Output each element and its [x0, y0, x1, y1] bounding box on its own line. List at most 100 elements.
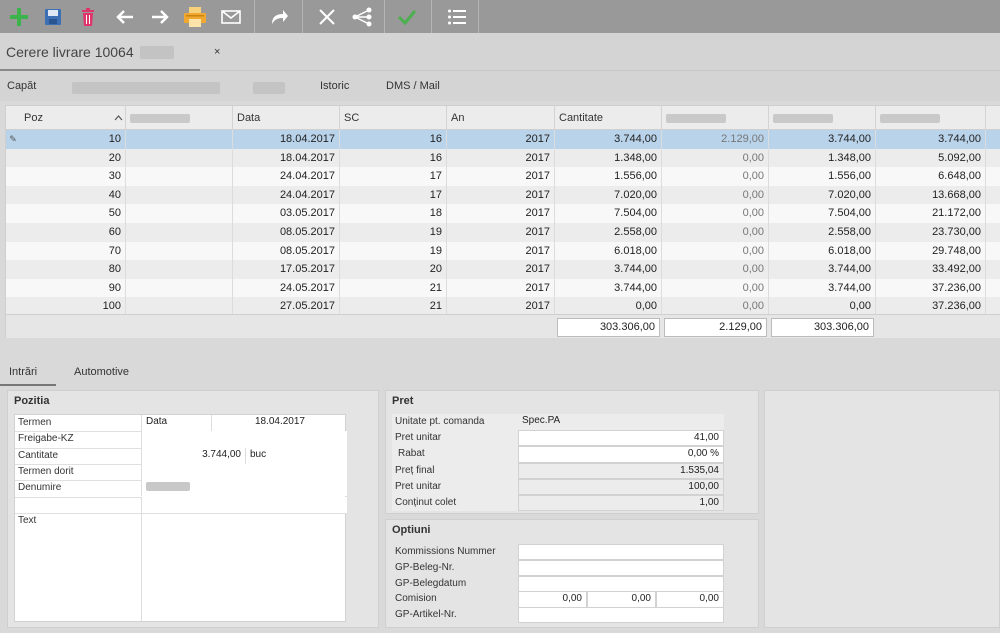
table-cell[interactable]: 0,00 — [662, 185, 769, 205]
table-cell[interactable]: 7.504,00 — [769, 204, 876, 223]
forward-button[interactable] — [262, 0, 296, 33]
mail-button[interactable] — [214, 0, 248, 33]
table-cell[interactable]: 33.492,00 — [876, 260, 986, 279]
table-cell[interactable]: 1.556,00 — [555, 167, 662, 186]
termen-dorit-field[interactable] — [141, 463, 347, 481]
termen-type-select[interactable]: Data — [141, 415, 211, 432]
table-cell[interactable]: 3.744,00 — [876, 130, 986, 149]
table-cell[interactable] — [126, 130, 233, 149]
table-cell[interactable]: 40 — [20, 185, 126, 205]
next-button[interactable] — [143, 0, 177, 33]
table-cell[interactable]: 17 — [340, 167, 447, 186]
table-cell[interactable]: 08.05.2017 — [233, 241, 340, 261]
table-cell[interactable]: 24.04.2017 — [233, 185, 340, 205]
table-cell[interactable] — [126, 241, 233, 261]
table-cell[interactable]: 70 — [20, 241, 126, 261]
tab-automotive[interactable]: Automotive — [74, 366, 129, 378]
add-button[interactable] — [2, 0, 36, 33]
table-cell[interactable]: 17 — [340, 185, 447, 205]
table-cell[interactable]: 7.504,00 — [555, 204, 662, 223]
list-button[interactable] — [440, 0, 474, 33]
table-cell[interactable]: 3.744,00 — [769, 130, 876, 149]
structure-button[interactable] — [345, 0, 379, 33]
column-header-sc[interactable]: SC — [340, 106, 447, 130]
table-cell[interactable]: 3.744,00 — [769, 278, 876, 298]
row-selector[interactable] — [6, 167, 20, 186]
column-header-poz[interactable]: Poz — [20, 106, 126, 130]
table-cell[interactable]: 6.018,00 — [769, 241, 876, 261]
table-cell[interactable]: 0,00 — [662, 260, 769, 279]
table-cell[interactable]: 16 — [340, 148, 447, 168]
table-cell[interactable]: 29.748,00 — [876, 241, 986, 261]
table-cell[interactable]: 90 — [20, 278, 126, 298]
save-button[interactable] — [36, 0, 70, 33]
back-button[interactable] — [108, 0, 142, 33]
table-cell[interactable]: 20 — [340, 260, 447, 279]
row-selector[interactable] — [6, 223, 20, 242]
table-cell[interactable]: 6.648,00 — [876, 167, 986, 186]
table-cell[interactable]: 17.05.2017 — [233, 260, 340, 279]
denumire-field-2[interactable] — [141, 496, 347, 513]
column-header-redacted[interactable] — [126, 106, 233, 130]
comision-field-3[interactable]: 0,00 — [656, 591, 724, 608]
table-cell[interactable]: 6.018,00 — [555, 241, 662, 261]
text-area[interactable] — [141, 513, 347, 621]
table-cell[interactable] — [126, 223, 233, 242]
table-cell[interactable]: 0,00 — [662, 223, 769, 242]
table-cell[interactable]: 2017 — [447, 278, 555, 298]
table-cell[interactable]: 2.558,00 — [769, 223, 876, 242]
column-header-cantitate[interactable]: Cantitate — [555, 106, 662, 130]
table-cell[interactable]: 3.744,00 — [769, 260, 876, 279]
table-cell[interactable]: 19 — [340, 223, 447, 242]
table-row[interactable]: 80 17.05.2017 20 2017 3.744,00 0,00 3.744,00 33… — [6, 260, 1000, 279]
table-cell[interactable]: 7.020,00 — [555, 185, 662, 205]
table-cell[interactable]: 21 — [340, 278, 447, 298]
table-cell[interactable]: 0,00 — [662, 204, 769, 223]
table-cell[interactable] — [126, 204, 233, 223]
row-selector[interactable] — [6, 260, 20, 279]
table-row[interactable]: ✎ 10 18.04.2017 16 2017 3.744,00 2.129,00 3.744… — [6, 130, 1000, 149]
table-cell[interactable]: 30 — [20, 167, 126, 186]
column-header-redacted[interactable] — [769, 106, 876, 130]
tab-intrari[interactable]: Intrări — [9, 366, 37, 378]
table-cell[interactable]: 18 — [340, 204, 447, 223]
table-cell[interactable]: 2017 — [447, 204, 555, 223]
print-button[interactable] — [178, 0, 212, 33]
row-edit-icon[interactable]: ✎ — [6, 130, 20, 149]
table-row[interactable]: 30 24.04.2017 17 2017 1.556,00 0,00 1.556,00 6.… — [6, 167, 1000, 186]
table-cell[interactable]: 3.744,00 — [555, 130, 662, 149]
cancel-button[interactable] — [310, 0, 344, 33]
table-row[interactable]: 40 24.04.2017 17 2017 7.020,00 0,00 7.020,00 13… — [6, 185, 1000, 205]
beleg-nr-field[interactable] — [518, 559, 724, 577]
pret-unitar-field[interactable]: 41,00 — [518, 430, 724, 447]
table-cell[interactable]: 10 — [20, 130, 126, 149]
table-cell[interactable]: 18.04.2017 — [233, 130, 340, 149]
table-cell[interactable]: 3.744,00 — [555, 260, 662, 279]
table-cell[interactable] — [126, 278, 233, 298]
table-cell[interactable]: 1.348,00 — [555, 148, 662, 168]
row-selector[interactable] — [6, 149, 20, 168]
table-cell[interactable]: 60 — [20, 223, 126, 242]
denumire-field[interactable] — [141, 480, 347, 497]
close-tab-button[interactable]: × — [214, 46, 220, 58]
table-row[interactable]: 60 08.05.2017 19 2017 2.558,00 0,00 2.558,00 23… — [6, 223, 1000, 242]
table-cell[interactable]: 1.556,00 — [769, 167, 876, 186]
table-cell[interactable]: 80 — [20, 260, 126, 279]
tab-header[interactable]: Capăt — [7, 80, 36, 92]
table-cell[interactable]: 2017 — [447, 148, 555, 168]
table-cell[interactable]: 0,00 — [662, 167, 769, 186]
table-cell[interactable]: 23.730,00 — [876, 223, 986, 242]
table-row[interactable]: 50 03.05.2017 18 2017 7.504,00 0,00 7.504,00 21… — [6, 204, 1000, 223]
confirm-button[interactable] — [390, 0, 424, 33]
table-cell[interactable]: 5.092,00 — [876, 148, 986, 168]
table-cell[interactable]: 2017 — [447, 260, 555, 279]
table-cell[interactable]: 0,00 — [662, 278, 769, 298]
tab-dms-mail[interactable]: DMS / Mail — [386, 80, 440, 92]
table-cell[interactable]: 2017 — [447, 223, 555, 242]
column-header-redacted[interactable] — [662, 106, 769, 130]
table-cell[interactable]: 03.05.2017 — [233, 204, 340, 223]
table-cell[interactable]: 24.05.2017 — [233, 278, 340, 298]
table-cell[interactable]: 20 — [20, 148, 126, 168]
table-cell[interactable]: 24.04.2017 — [233, 167, 340, 186]
table-cell[interactable]: 0,00 — [662, 148, 769, 168]
